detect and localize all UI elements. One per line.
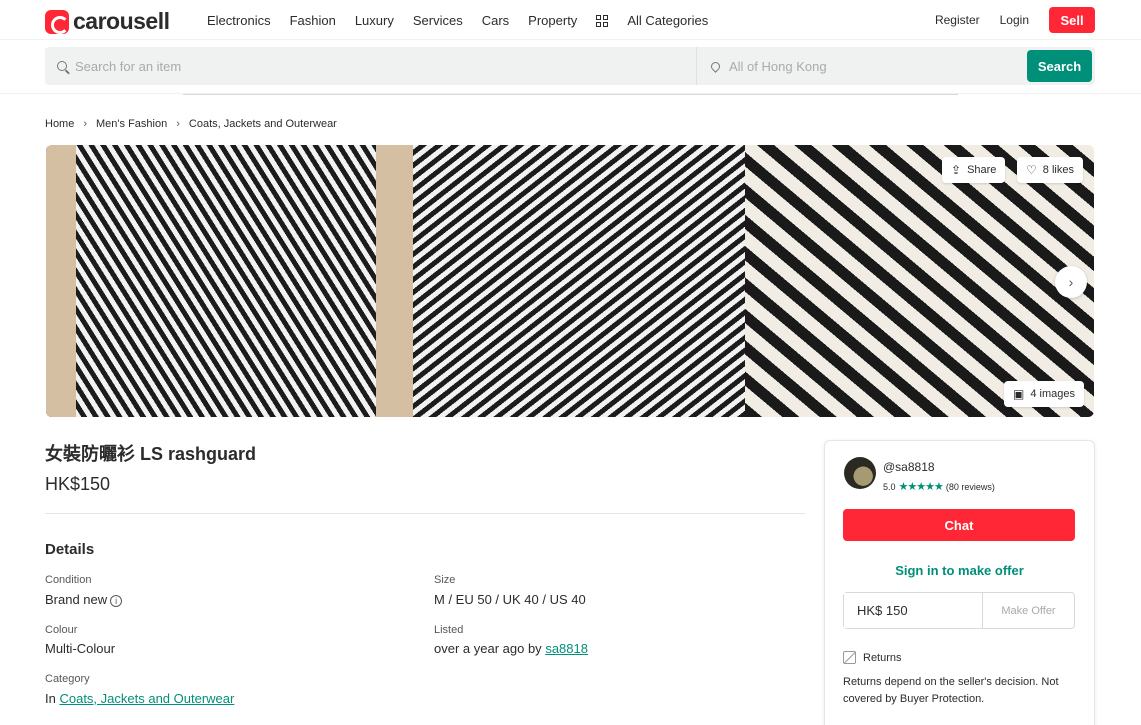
search-row: Search for an item All of Hong Kong Sear… [0,40,1141,94]
make-offer-button[interactable]: Make Offer [983,593,1074,628]
rating-score: 5.0 [883,481,896,492]
size-label: Size [434,574,456,586]
register-link[interactable]: Register [935,13,980,27]
chevron-right-icon: › [1068,274,1074,290]
search-input[interactable]: Search for an item [45,47,697,85]
like-button[interactable]: ♡ 8 likes [1017,157,1083,183]
auth-links: Register Login Sell [935,7,1095,33]
listing-photo-1[interactable] [46,145,395,417]
location-pin-icon [709,59,722,73]
star-icons: ★★★★★ [898,481,944,493]
location-placeholder: All of Hong Kong [729,58,827,74]
colour-value: Multi-Colour [45,641,116,656]
details-heading: Details [45,541,95,558]
condition-label: Condition [45,574,92,586]
breadcrumb-home[interactable]: Home [45,118,74,130]
returns-heading: Returns [843,651,902,664]
info-icon[interactable]: i [110,595,123,607]
reviews-count[interactable]: (80 reviews) [946,482,995,492]
category-label: Category [45,673,90,685]
login-link[interactable]: Login [1000,13,1029,27]
image-icon: ▣ [1013,387,1025,401]
breadcrumb: Home › Men's Fashion › Coats, Jackets an… [45,118,337,130]
seller-profile-link[interactable]: sa8818 [545,641,588,656]
top-navbar: carousell Electronics Fashion Luxury Ser… [0,0,1141,40]
no-returns-icon [843,651,856,664]
listing-photo-3[interactable] [745,145,1094,417]
nav-fashion[interactable]: Fashion [290,13,336,28]
listing-price: HK$150 [45,474,111,494]
share-label: Share [967,164,997,176]
photo-shading [395,145,413,417]
divider [183,94,958,95]
listed-label: Listed [434,624,464,636]
nav-all-categories[interactable]: All Categories [596,13,727,28]
grid-icon [596,14,609,27]
next-image-button[interactable]: › [1055,266,1087,298]
returns-title: Returns [863,651,902,664]
category-link[interactable]: Coats, Jackets and Outerwear [59,691,234,706]
logo-text: carousell [73,8,170,34]
category-value: In Coats, Jackets and Outerwear [45,691,234,706]
image-count-label: 4 images [1030,388,1075,400]
seller-rating: 5.0 ★★★★★ (80 reviews) [883,480,995,493]
listed-value: over a year ago by sa8818 [434,641,588,656]
offer-row: Make Offer [843,592,1075,629]
category-nav: Electronics Fashion Luxury Services Cars… [207,13,746,28]
view-images-button[interactable]: ▣ 4 images [1004,381,1084,407]
colour-label: Colour [45,624,78,636]
share-icon: ⇪ [951,163,962,177]
condition-text: Brand new [45,592,108,607]
nav-luxury[interactable]: Luxury [355,13,394,28]
offer-price-input[interactable] [844,593,983,628]
nav-electronics[interactable]: Electronics [207,13,271,28]
size-value: M / EU 50 / UK 40 / US 40 [434,592,586,607]
breadcrumb-mens-fashion[interactable]: Men's Fashion [96,118,167,130]
listing-photo-2[interactable] [395,145,745,417]
search-placeholder: Search for an item [75,58,182,74]
chat-button[interactable]: Chat [843,509,1075,541]
logo-icon [45,9,69,34]
chevron-right-icon: › [83,118,88,130]
heart-icon: ♡ [1026,163,1037,177]
listing-title: 女裝防曬衫 LS rashguard [45,444,257,464]
sign-in-offer-link[interactable]: Sign in to make offer [825,563,1094,578]
breadcrumb-coats[interactable]: Coats, Jackets and Outerwear [189,118,337,130]
all-categories-label: All Categories [627,13,709,28]
likes-label: 8 likes [1042,164,1074,176]
search-button[interactable]: Search [1027,50,1092,82]
sell-button[interactable]: Sell [1049,7,1095,33]
image-gallery: ⇪ Share ♡ 8 likes › ▣ 4 images [46,145,1094,417]
seller-card: @sa8818 5.0 ★★★★★ (80 reviews) Chat Sign… [824,440,1095,725]
nav-services[interactable]: Services [413,13,463,28]
chevron-right-icon: › [176,118,180,130]
divider [45,513,805,514]
nav-property[interactable]: Property [528,13,577,28]
category-prefix: In [45,691,56,706]
search-box: Search for an item All of Hong Kong Sear… [45,47,1095,85]
nav-cars[interactable]: Cars [482,13,509,28]
seller-username[interactable]: @sa8818 [883,460,935,474]
avatar[interactable] [844,457,876,489]
listed-prefix: over a year ago by [434,641,542,656]
condition-value: Brand new i [45,592,123,607]
share-button[interactable]: ⇪ Share [942,157,1006,183]
returns-description: Returns depend on the seller's decision.… [843,676,1059,705]
search-icon [57,61,67,71]
carousell-logo[interactable]: carousell [45,8,170,35]
photo-shading [46,145,395,417]
